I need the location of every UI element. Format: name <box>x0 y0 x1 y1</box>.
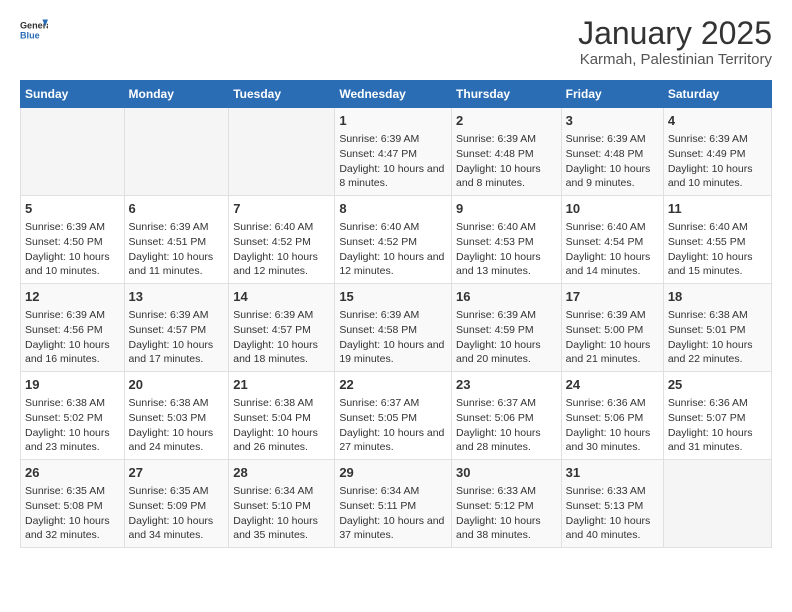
calendar-cell: 27Sunrise: 6:35 AMSunset: 5:09 PMDayligh… <box>124 459 229 547</box>
calendar-week-row: 19Sunrise: 6:38 AMSunset: 5:02 PMDayligh… <box>21 372 772 460</box>
svg-text:Blue: Blue <box>20 30 40 40</box>
day-number: 21 <box>233 376 330 394</box>
calendar-cell: 2Sunrise: 6:39 AMSunset: 4:48 PMDaylight… <box>452 108 562 196</box>
calendar-cell: 10Sunrise: 6:40 AMSunset: 4:54 PMDayligh… <box>561 196 663 284</box>
day-number: 13 <box>129 288 225 306</box>
day-number: 11 <box>668 200 767 218</box>
subtitle: Karmah, Palestinian Territory <box>578 51 772 68</box>
day-number: 17 <box>566 288 659 306</box>
day-number: 10 <box>566 200 659 218</box>
calendar-cell: 20Sunrise: 6:38 AMSunset: 5:03 PMDayligh… <box>124 372 229 460</box>
calendar-cell: 9Sunrise: 6:40 AMSunset: 4:53 PMDaylight… <box>452 196 562 284</box>
day-number: 4 <box>668 112 767 130</box>
weekday-header-wednesday: Wednesday <box>335 81 452 108</box>
calendar-cell: 7Sunrise: 6:40 AMSunset: 4:52 PMDaylight… <box>229 196 335 284</box>
calendar-cell: 24Sunrise: 6:36 AMSunset: 5:06 PMDayligh… <box>561 372 663 460</box>
day-number: 5 <box>25 200 120 218</box>
weekday-header-sunday: Sunday <box>21 81 125 108</box>
calendar-cell: 12Sunrise: 6:39 AMSunset: 4:56 PMDayligh… <box>21 284 125 372</box>
day-number: 14 <box>233 288 330 306</box>
header: General Blue January 2025 Karmah, Palest… <box>20 16 772 68</box>
calendar-week-row: 5Sunrise: 6:39 AMSunset: 4:50 PMDaylight… <box>21 196 772 284</box>
main-title: January 2025 <box>578 16 772 51</box>
calendar-cell: 3Sunrise: 6:39 AMSunset: 4:48 PMDaylight… <box>561 108 663 196</box>
calendar-cell: 23Sunrise: 6:37 AMSunset: 5:06 PMDayligh… <box>452 372 562 460</box>
day-number: 16 <box>456 288 557 306</box>
day-number: 9 <box>456 200 557 218</box>
calendar-cell: 15Sunrise: 6:39 AMSunset: 4:58 PMDayligh… <box>335 284 452 372</box>
day-number: 27 <box>129 464 225 482</box>
day-number: 22 <box>339 376 447 394</box>
calendar-cell: 6Sunrise: 6:39 AMSunset: 4:51 PMDaylight… <box>124 196 229 284</box>
day-number: 23 <box>456 376 557 394</box>
day-number: 18 <box>668 288 767 306</box>
calendar-cell: 19Sunrise: 6:38 AMSunset: 5:02 PMDayligh… <box>21 372 125 460</box>
calendar-cell: 4Sunrise: 6:39 AMSunset: 4:49 PMDaylight… <box>663 108 771 196</box>
day-number: 2 <box>456 112 557 130</box>
calendar-cell: 26Sunrise: 6:35 AMSunset: 5:08 PMDayligh… <box>21 459 125 547</box>
day-number: 30 <box>456 464 557 482</box>
logo-icon: General Blue <box>20 16 48 44</box>
calendar-cell <box>229 108 335 196</box>
day-number: 28 <box>233 464 330 482</box>
weekday-header-saturday: Saturday <box>663 81 771 108</box>
calendar-cell: 5Sunrise: 6:39 AMSunset: 4:50 PMDaylight… <box>21 196 125 284</box>
calendar-cell: 8Sunrise: 6:40 AMSunset: 4:52 PMDaylight… <box>335 196 452 284</box>
weekday-header-row: SundayMondayTuesdayWednesdayThursdayFrid… <box>21 81 772 108</box>
calendar-cell: 21Sunrise: 6:38 AMSunset: 5:04 PMDayligh… <box>229 372 335 460</box>
calendar-cell: 25Sunrise: 6:36 AMSunset: 5:07 PMDayligh… <box>663 372 771 460</box>
weekday-header-monday: Monday <box>124 81 229 108</box>
day-number: 20 <box>129 376 225 394</box>
calendar-cell: 30Sunrise: 6:33 AMSunset: 5:12 PMDayligh… <box>452 459 562 547</box>
calendar-cell: 31Sunrise: 6:33 AMSunset: 5:13 PMDayligh… <box>561 459 663 547</box>
day-number: 8 <box>339 200 447 218</box>
calendar-cell: 11Sunrise: 6:40 AMSunset: 4:55 PMDayligh… <box>663 196 771 284</box>
logo: General Blue <box>20 16 48 44</box>
title-area: January 2025 Karmah, Palestinian Territo… <box>578 16 772 68</box>
calendar-cell: 1Sunrise: 6:39 AMSunset: 4:47 PMDaylight… <box>335 108 452 196</box>
calendar-week-row: 26Sunrise: 6:35 AMSunset: 5:08 PMDayligh… <box>21 459 772 547</box>
day-number: 6 <box>129 200 225 218</box>
calendar-cell <box>21 108 125 196</box>
calendar-cell <box>663 459 771 547</box>
calendar-cell <box>124 108 229 196</box>
calendar-cell: 28Sunrise: 6:34 AMSunset: 5:10 PMDayligh… <box>229 459 335 547</box>
day-number: 26 <box>25 464 120 482</box>
calendar-cell: 29Sunrise: 6:34 AMSunset: 5:11 PMDayligh… <box>335 459 452 547</box>
day-number: 15 <box>339 288 447 306</box>
day-number: 1 <box>339 112 447 130</box>
day-number: 7 <box>233 200 330 218</box>
day-number: 12 <box>25 288 120 306</box>
calendar-week-row: 12Sunrise: 6:39 AMSunset: 4:56 PMDayligh… <box>21 284 772 372</box>
weekday-header-friday: Friday <box>561 81 663 108</box>
day-number: 25 <box>668 376 767 394</box>
day-number: 24 <box>566 376 659 394</box>
calendar-cell: 14Sunrise: 6:39 AMSunset: 4:57 PMDayligh… <box>229 284 335 372</box>
day-number: 31 <box>566 464 659 482</box>
weekday-header-tuesday: Tuesday <box>229 81 335 108</box>
calendar-cell: 18Sunrise: 6:38 AMSunset: 5:01 PMDayligh… <box>663 284 771 372</box>
day-number: 29 <box>339 464 447 482</box>
calendar-table: SundayMondayTuesdayWednesdayThursdayFrid… <box>20 80 772 548</box>
calendar-cell: 17Sunrise: 6:39 AMSunset: 5:00 PMDayligh… <box>561 284 663 372</box>
day-number: 19 <box>25 376 120 394</box>
calendar-cell: 22Sunrise: 6:37 AMSunset: 5:05 PMDayligh… <box>335 372 452 460</box>
calendar-cell: 13Sunrise: 6:39 AMSunset: 4:57 PMDayligh… <box>124 284 229 372</box>
weekday-header-thursday: Thursday <box>452 81 562 108</box>
calendar-cell: 16Sunrise: 6:39 AMSunset: 4:59 PMDayligh… <box>452 284 562 372</box>
calendar-week-row: 1Sunrise: 6:39 AMSunset: 4:47 PMDaylight… <box>21 108 772 196</box>
day-number: 3 <box>566 112 659 130</box>
